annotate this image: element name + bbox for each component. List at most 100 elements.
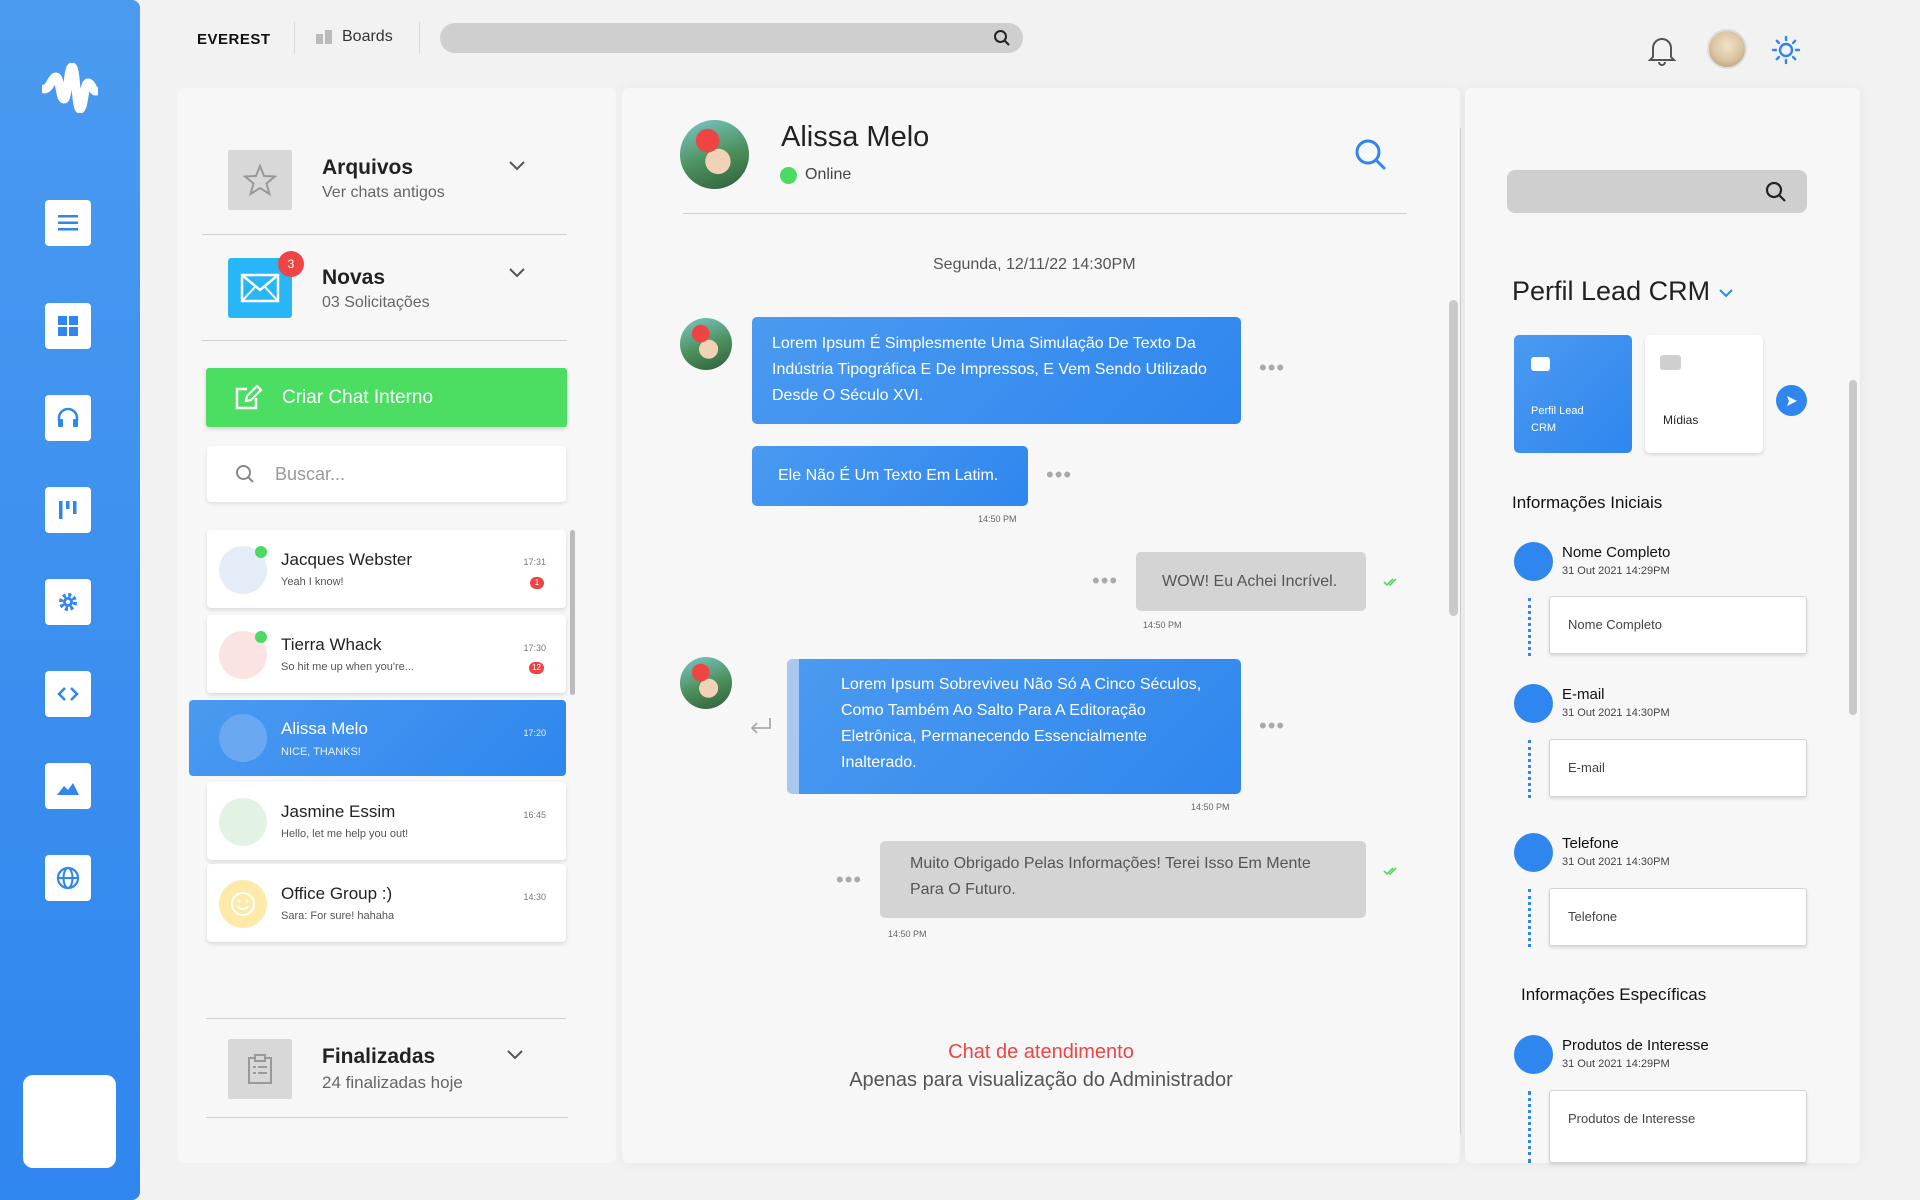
conversation-panel (622, 88, 1460, 1163)
chat-item-alissa-active[interactable]: Alissa Melo NICE, THANKS! 17:20 (189, 700, 566, 776)
conversation-scrollbar[interactable] (1449, 300, 1458, 616)
telefone-field[interactable]: Telefone (1549, 888, 1807, 946)
crm-title: Perfil Lead CRM (1512, 276, 1711, 306)
logo-icon[interactable] (42, 63, 98, 113)
message-time: 14:50 PM (888, 929, 927, 939)
finalizadas-title: Finalizadas (322, 1045, 436, 1068)
chat-name: Alissa Melo (281, 719, 368, 738)
chat-item-office-group[interactable]: Office Group :) Sara: For sure! hahaha 1… (207, 864, 566, 942)
tab-icon (1660, 355, 1681, 370)
unread-badge: 1 (530, 577, 544, 589)
more-options-icon[interactable]: ••• (1259, 355, 1285, 381)
chat-item-jasmine[interactable]: Jasmine Essim Hello, let me help you out… (207, 782, 566, 860)
create-chat-button[interactable]: Criar Chat Interno (206, 368, 567, 427)
notification-badge: 3 (278, 251, 304, 277)
image-icon (57, 783, 79, 795)
sun-icon[interactable] (1771, 35, 1801, 65)
edit-icon (235, 383, 263, 409)
avatar (219, 880, 267, 928)
reply-icon[interactable] (748, 716, 774, 736)
field-date: 31 Out 2021 14:29PM (1562, 1058, 1670, 1070)
contact-status: Online (780, 166, 851, 184)
chat-preview: So hit me up when you're... (281, 661, 414, 673)
rail-support-button[interactable] (45, 395, 91, 441)
message-bubble[interactable]: Lorem Ipsum É Simplesmente Uma Simulação… (752, 317, 1241, 424)
message-time: 14:50 PM (1191, 802, 1230, 812)
contact-name: Alissa Melo (781, 121, 930, 153)
chat-item-tierra[interactable]: Tierra Whack So hit me up when you're...… (207, 615, 566, 693)
footer-subtitle: Apenas para visualização do Administrado… (849, 1069, 1233, 1091)
email-field[interactable]: E-mail (1549, 739, 1807, 797)
divider (1460, 128, 1461, 1134)
rail-bottom-button[interactable] (23, 1075, 116, 1168)
rail-globe-button[interactable] (45, 855, 91, 901)
rail-kanban-button[interactable] (45, 487, 91, 533)
chevron-down-icon[interactable] (508, 267, 526, 279)
boards-link[interactable]: Boards (316, 28, 393, 46)
chat-time: 14:30 (523, 892, 546, 902)
finalizadas-section[interactable]: Finalizadas 24 finalizadas hoje (322, 1045, 463, 1093)
contact-avatar[interactable] (680, 120, 749, 189)
timeline-dots (1528, 889, 1531, 947)
field-date: 31 Out 2021 14:29PM (1562, 565, 1670, 577)
chat-list-scrollbar[interactable] (570, 530, 575, 695)
chevron-down-icon[interactable] (508, 160, 526, 172)
brand-name[interactable]: EVEREST (197, 31, 271, 48)
field-marker (1514, 542, 1553, 581)
next-tab-button[interactable] (1776, 385, 1807, 416)
novas-section[interactable]: Novas 03 Solicitações (322, 266, 430, 312)
arquivos-subtitle: Ver chats antigos (322, 184, 445, 201)
divider (206, 1117, 568, 1118)
arquivos-section[interactable]: Arquivos Ver chats antigos (322, 156, 445, 202)
message-time: 14:50 PM (1143, 620, 1182, 630)
search-icon (1765, 181, 1786, 202)
rail-media-button[interactable] (45, 763, 91, 809)
arrow-right-icon (1786, 395, 1797, 406)
top-search-input[interactable] (440, 23, 1023, 53)
globe-icon (56, 866, 80, 890)
chevron-down-icon[interactable] (1718, 288, 1734, 299)
headset-icon (57, 407, 79, 427)
rail-code-button[interactable] (45, 671, 91, 717)
user-avatar[interactable] (1707, 29, 1747, 69)
chat-time: 17:20 (523, 728, 546, 738)
chat-time: 17:31 (523, 557, 546, 567)
field-marker (1514, 684, 1553, 723)
create-chat-label: Criar Chat Interno (282, 386, 434, 408)
chat-search-input[interactable]: Buscar... (207, 446, 566, 502)
quoted-message-bubble[interactable]: Lorem Ipsum Sobreviveu Não Só A Cinco Sé… (787, 659, 1241, 794)
bell-icon[interactable] (1648, 34, 1676, 66)
chevron-down-icon[interactable] (506, 1049, 524, 1061)
more-options-icon[interactable]: ••• (1259, 713, 1285, 739)
chat-time: 17:30 (523, 643, 546, 653)
online-indicator (255, 546, 267, 558)
tab-perfil-lead[interactable]: Perfil Lead CRM (1514, 335, 1632, 453)
clipboard-icon (248, 1054, 272, 1084)
more-options-icon[interactable]: ••• (1046, 462, 1072, 488)
produtos-interesse-field[interactable]: Produtos de Interesse (1549, 1090, 1807, 1163)
avatar (219, 714, 267, 762)
more-options-icon[interactable]: ••• (836, 867, 862, 893)
more-options-icon[interactable]: ••• (1092, 568, 1118, 594)
double-check-icon (1383, 578, 1397, 587)
message-bubble[interactable]: Ele Não É Um Texto Em Latim. (752, 446, 1028, 506)
status-label: Online (805, 166, 852, 183)
search-icon[interactable] (1354, 138, 1388, 172)
section-initial-title: Informações Iniciais (1512, 493, 1663, 512)
divider (206, 1018, 566, 1019)
divider (202, 234, 567, 235)
message-bubble[interactable]: Muito Obrigado Pelas Informações! Terei … (880, 841, 1366, 918)
nome-completo-field[interactable]: Nome Completo (1549, 596, 1807, 654)
tab-label: Mídias (1663, 413, 1699, 427)
chat-name: Jacques Webster (281, 550, 413, 569)
rail-dashboard-button[interactable] (45, 303, 91, 349)
tab-midias[interactable]: Mídias (1645, 335, 1763, 453)
message-bubble[interactable]: WOW! Eu Achei Incrível. (1136, 552, 1366, 611)
rail-menu-button[interactable] (45, 200, 91, 246)
field-label: Telefone (1562, 835, 1619, 852)
chat-item-jacques[interactable]: Jacques Webster Yeah I know! 17:31 1 (207, 530, 566, 608)
rail-settings-button[interactable] (45, 579, 91, 625)
crm-search-input[interactable] (1507, 170, 1807, 213)
crm-scrollbar[interactable] (1849, 380, 1857, 715)
field-date: 31 Out 2021 14:30PM (1562, 856, 1670, 868)
